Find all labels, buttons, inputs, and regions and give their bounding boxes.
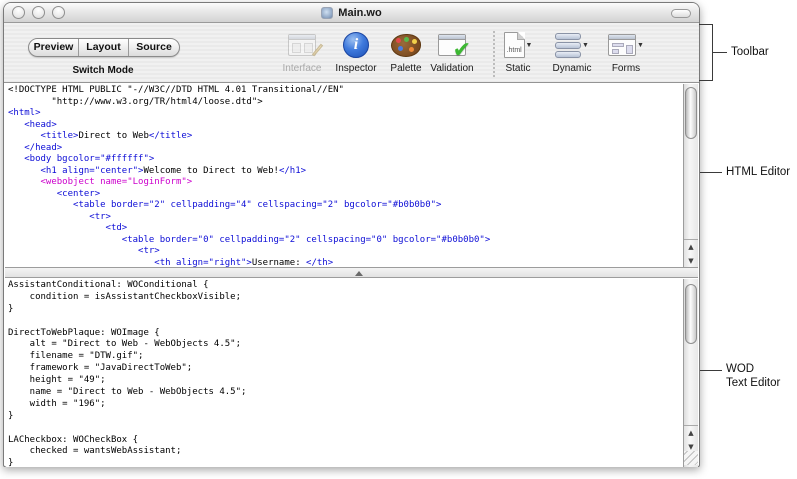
wod-editor-scrollbar[interactable]: ▲ ▼ [683, 279, 698, 467]
scrollbar-thumb[interactable] [685, 284, 697, 344]
toolbar-item-forms[interactable]: ▼ Forms [602, 29, 650, 74]
code-line: <center> [8, 189, 681, 201]
document-icon [321, 7, 333, 19]
code-line: </head> [8, 143, 681, 155]
checkmark-icon: ✔ [453, 42, 471, 60]
code-line: <th align="right">Username: </th> [8, 258, 681, 268]
scroll-down-arrow[interactable]: ▼ [684, 254, 698, 268]
code-line: <tr> [8, 246, 681, 258]
code-line [8, 316, 681, 328]
forms-icon [608, 34, 636, 56]
code-line: DirectToWebPlaque: WOImage { [8, 328, 681, 340]
toolbar-item-label: Static [496, 63, 540, 74]
code-line: <webobject name="LoginForm"> [8, 177, 681, 189]
switch-mode-label: Switch Mode [28, 65, 178, 76]
toolbar-item-inspector[interactable]: i Inspector [330, 29, 382, 74]
toolbar-item-label: Validation [424, 63, 480, 74]
callout-label-wod-editor: WOD Text Editor [726, 362, 780, 390]
scrollbar-thumb[interactable] [685, 87, 697, 139]
code-line: framework = "JavaDirectToWeb"; [8, 363, 681, 375]
window-title-area: Main.wo [4, 3, 699, 23]
toolbar-item-validation[interactable]: ✔ Validation [424, 29, 480, 74]
segment-layout[interactable]: Layout [79, 39, 129, 56]
callout-label-html-editor: HTML Editor [726, 165, 790, 179]
code-line: <h1 align="center">Welcome to Direct to … [8, 166, 681, 178]
callout-bracket-bottom [699, 80, 713, 81]
wod-code[interactable]: AssistantConditional: WOConditional { co… [8, 280, 681, 467]
toolbar-item-label: Interface [276, 63, 328, 74]
code-line: } [8, 458, 681, 467]
code-line: checked = wantsWebAssistant; [8, 446, 681, 458]
code-line: <table border="2" cellpadding="4" cellsp… [8, 200, 681, 212]
code-line: <tr> [8, 212, 681, 224]
callout-bracket-top [699, 24, 713, 25]
code-line: <title>Direct to Web</title> [8, 131, 681, 143]
code-line: name = "Direct to Web - WebObjects 4.5"; [8, 387, 681, 399]
scroll-up-arrow[interactable]: ▲ [684, 426, 698, 440]
webobjects-builder-window: Main.wo Preview Layout Source Switch Mod… [3, 2, 700, 467]
static-html-icon: .html [504, 32, 525, 58]
code-line: <head> [8, 120, 681, 132]
toolbar-item-label: Palette [382, 63, 430, 74]
toolbar-item-dynamic[interactable]: ▼ Dynamic [546, 29, 598, 74]
window-resize-grip[interactable] [684, 451, 698, 465]
titlebar[interactable]: Main.wo [4, 3, 699, 23]
code-line: <!DOCTYPE HTML PUBLIC "-//W3C//DTD HTML … [8, 85, 681, 97]
code-line [8, 423, 681, 435]
chevron-down-icon: ▼ [637, 42, 644, 49]
validation-icon: ✔ [438, 34, 466, 56]
wod-editor-pane[interactable]: AssistantConditional: WOConditional { co… [5, 278, 698, 467]
toolbar: Preview Layout Source Switch Mode Interf… [4, 23, 699, 83]
toolbar-toggle-button[interactable] [671, 9, 691, 18]
callout-label-wod-line2: Text Editor [726, 376, 780, 390]
toolbar-item-interface: Interface [276, 29, 328, 74]
switch-mode-segmented-control: Preview Layout Source [28, 38, 180, 57]
code-line: <td> [8, 223, 681, 235]
chevron-down-icon: ▼ [582, 42, 589, 49]
callout-line-toolbar [712, 52, 727, 53]
callout-line-wod-editor [700, 370, 722, 371]
interface-icon [288, 34, 316, 56]
toolbar-item-label: Forms [602, 63, 650, 74]
toolbar-item-palette[interactable]: Palette [382, 29, 430, 74]
segment-source[interactable]: Source [129, 39, 179, 56]
palette-icon [391, 34, 421, 57]
code-line: } [8, 411, 681, 423]
html-code[interactable]: <!DOCTYPE HTML PUBLIC "-//W3C//DTD HTML … [8, 85, 681, 267]
code-line: filename = "DTW.gif"; [8, 351, 681, 363]
pencil-icon [312, 44, 323, 57]
code-line: width = "196"; [8, 399, 681, 411]
dynamic-elements-icon [555, 33, 581, 58]
html-editor-pane[interactable]: <!DOCTYPE HTML PUBLIC "-//W3C//DTD HTML … [5, 83, 698, 267]
toolbar-item-static[interactable]: .html ▼ Static [496, 29, 540, 74]
pane-splitter[interactable] [5, 267, 698, 278]
callout-line-html-editor [700, 172, 722, 173]
callout-label-wod-line1: WOD [726, 362, 780, 376]
segment-preview[interactable]: Preview [29, 39, 79, 56]
code-line: <body bgcolor="#ffffff"> [8, 154, 681, 166]
code-line: LACheckbox: WOCheckBox { [8, 435, 681, 447]
callout-label-toolbar: Toolbar [731, 45, 769, 59]
chevron-down-icon: ▼ [526, 42, 533, 49]
window-title: Main.wo [338, 7, 381, 19]
code-line: alt = "Direct to Web - WebObjects 4.5"; [8, 339, 681, 351]
toolbar-item-label: Inspector [330, 63, 382, 74]
code-line: height = "49"; [8, 375, 681, 387]
toolbar-separator [493, 31, 495, 77]
code-line: <html> [8, 108, 681, 120]
inspector-icon: i [343, 32, 369, 58]
code-line: AssistantConditional: WOConditional { [8, 280, 681, 292]
scroll-up-arrow[interactable]: ▲ [684, 240, 698, 254]
html-editor-scrollbar[interactable]: ▲ ▼ [683, 84, 698, 267]
code-line: "http://www.w3.org/TR/html4/loose.dtd"> [8, 97, 681, 109]
code-line: condition = isAssistantCheckboxVisible; [8, 292, 681, 304]
splitter-dimple-icon [355, 271, 363, 276]
code-line: } [8, 304, 681, 316]
code-line: <table border="0" cellpadding="2" cellsp… [8, 235, 681, 247]
toolbar-item-label: Dynamic [546, 63, 598, 74]
